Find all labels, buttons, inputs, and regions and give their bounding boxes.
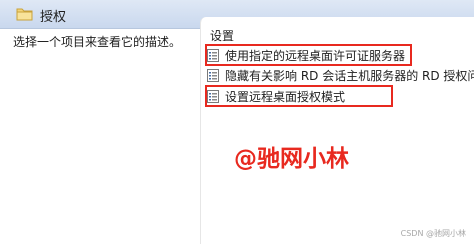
list-item-label: 隐藏有关影响 RD 会话主机服务器的 RD 授权问题 bbox=[225, 68, 474, 83]
list-item[interactable]: 设置远程桌面授权模式 bbox=[207, 86, 345, 106]
policy-setting-icon bbox=[207, 68, 219, 82]
list-item-label: 设置远程桌面授权模式 bbox=[225, 89, 346, 104]
description-text: 选择一个项目来查看它的描述。 bbox=[13, 35, 182, 49]
annotation-text: @驰网小林 bbox=[234, 146, 349, 172]
list-item-label: 使用指定的远程桌面许可证服务器 bbox=[225, 48, 406, 63]
credit-watermark: CSDN @驰网小林 bbox=[400, 229, 466, 238]
list-item[interactable]: 隐藏有关影响 RD 会话主机服务器的 RD 授权问题 bbox=[207, 65, 474, 85]
node-title: 授权 bbox=[40, 10, 67, 25]
policy-setting-icon bbox=[207, 48, 219, 62]
list-item[interactable]: 使用指定的远程桌面许可证服务器 bbox=[207, 45, 405, 65]
folder-icon bbox=[16, 8, 33, 21]
description-pane: 选择一个项目来查看它的描述。 bbox=[0, 29, 200, 244]
policy-setting-icon bbox=[207, 89, 219, 103]
column-header-settings[interactable]: 设置 bbox=[210, 27, 234, 44]
